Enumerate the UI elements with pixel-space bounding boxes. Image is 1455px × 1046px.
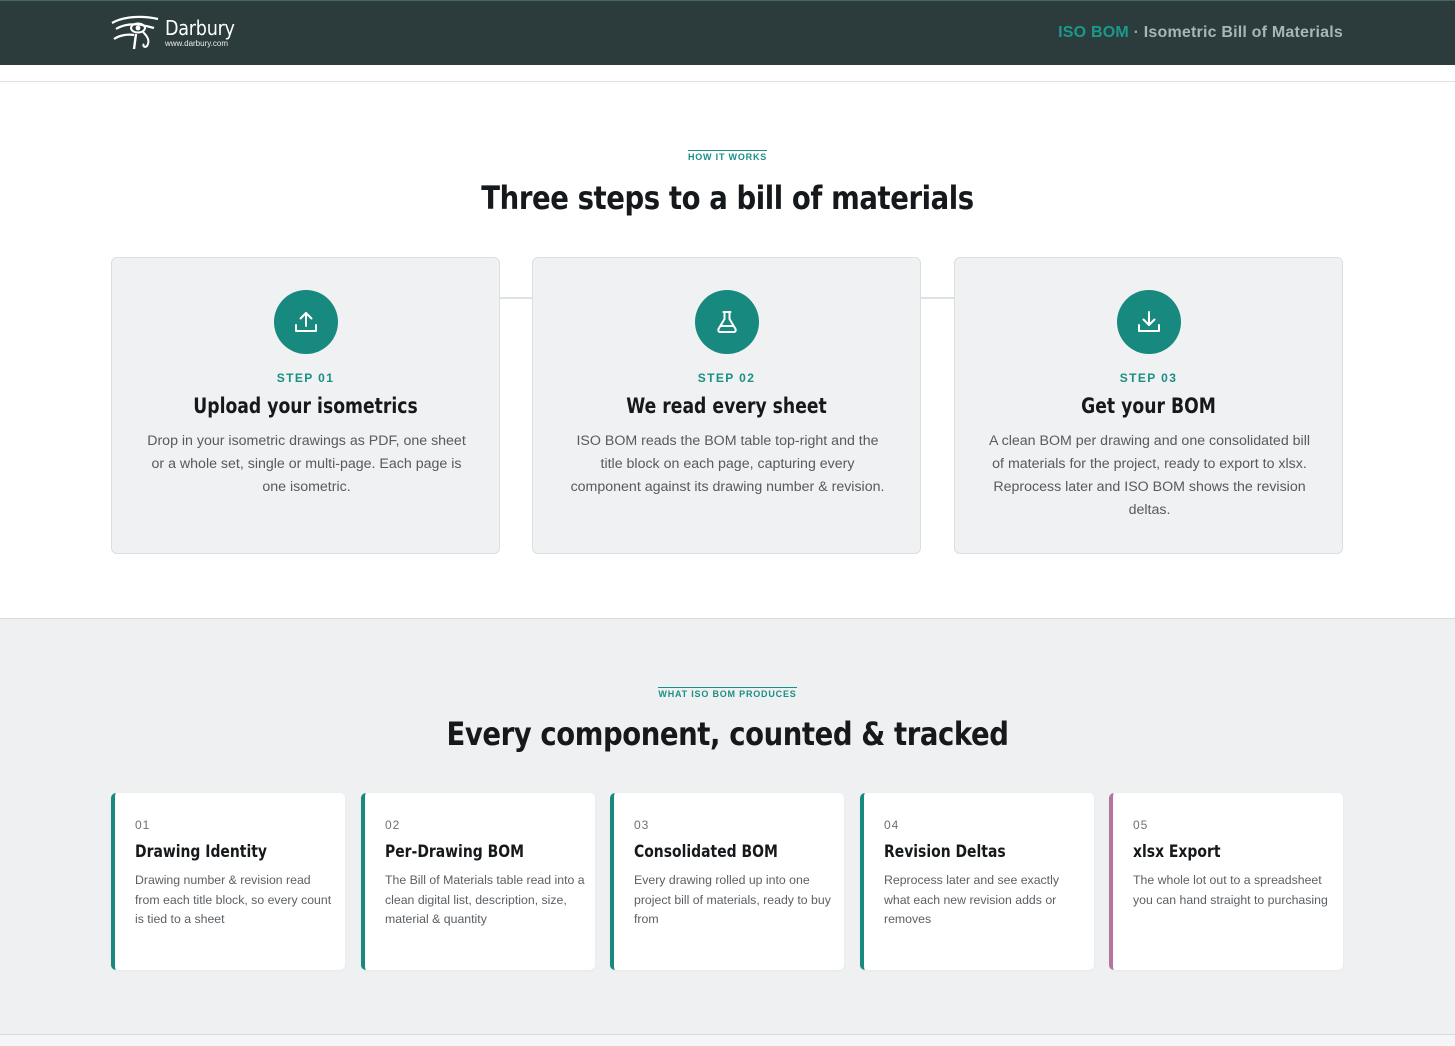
feature-number: 05 — [1133, 818, 1149, 832]
step-connector — [921, 297, 955, 299]
feature-description: Every drawing rolled up into one project… — [634, 873, 831, 926]
feature-number: 04 — [884, 818, 900, 832]
next-section-edge — [0, 1034, 1455, 1046]
step-label: STEP 03 — [1119, 371, 1178, 385]
step-title: Upload your isometrics — [193, 394, 418, 418]
top-navigation-bar: Darbury www.darbury.com ISO BOM · Isomet… — [0, 0, 1455, 65]
header-underline-strip — [0, 65, 1455, 82]
feature-number: 02 — [385, 818, 401, 832]
feature-card-revision-deltas: 04 Revision Deltas Reprocess later and s… — [860, 793, 1094, 970]
feature-description: The Bill of Materials table read into a … — [385, 873, 585, 926]
step-card-upload: STEP 01 Upload your isometrics Drop in y… — [111, 257, 500, 554]
section-title: Every component, counted & tracked — [446, 715, 1009, 753]
feature-title: Drawing Identity — [135, 842, 268, 862]
feature-title: Per-Drawing BOM — [385, 842, 524, 862]
section-title: Three steps to a bill of materials — [481, 179, 974, 217]
step-card-download: STEP 03 Get your BOM A clean BOM per dra… — [954, 257, 1343, 554]
feature-description: Reprocess later and see exactly what eac… — [884, 873, 1059, 926]
feature-title: xlsx Export — [1133, 842, 1221, 862]
feature-description: The whole lot out to a spreadsheet you c… — [1133, 873, 1328, 907]
step-label: STEP 02 — [697, 371, 756, 385]
feature-card-drawing-identity: 01 Drawing Identity Drawing number & rev… — [111, 793, 345, 970]
step-connector — [499, 297, 533, 299]
how-it-works-section: HOW IT WORKS Three steps to a bill of ma… — [0, 82, 1455, 619]
feature-card-consolidated-bom: 03 Consolidated BOM Every drawing rolled… — [610, 793, 844, 970]
product-title: ISO BOM · Isometric Bill of Materials — [1058, 24, 1343, 42]
step-description: ISO BOM reads the BOM table top-right an… — [570, 433, 885, 495]
step-description: Drop in your isometric drawings as PDF, … — [147, 433, 466, 495]
feature-description: Drawing number & revision read from each… — [135, 873, 332, 926]
step-label: STEP 01 — [276, 371, 335, 385]
what-iso-bom-produces-section: WHAT ISO BOM PRODUCES Every component, c… — [0, 619, 1455, 1046]
eye-of-horus-logo-icon — [111, 15, 159, 50]
title-separator: · — [1133, 24, 1140, 41]
product-accent-name: ISO BOM — [1058, 24, 1129, 41]
feature-card-xlsx-export: 05 xlsx Export The whole lot out to a sp… — [1109, 793, 1343, 970]
brand-logo[interactable]: Darbury www.darbury.com — [110, 15, 244, 51]
feature-card-per-drawing-bom: 02 Per-Drawing BOM The Bill of Materials… — [361, 793, 595, 970]
step-title: We read every sheet — [626, 394, 827, 418]
brand-name: Darbury — [165, 16, 235, 40]
flask-icon — [695, 290, 759, 354]
step-description: A clean BOM per drawing and one consolid… — [989, 433, 1310, 518]
product-subtitle: Isometric Bill of Materials — [1143, 24, 1343, 41]
section-eyebrow: HOW IT WORKS — [687, 150, 768, 162]
download-icon — [1117, 290, 1181, 354]
step-title: Get your BOM — [1081, 394, 1216, 418]
feature-number: 03 — [634, 818, 650, 832]
upload-icon — [274, 290, 338, 354]
feature-title: Revision Deltas — [884, 842, 1006, 862]
section-eyebrow: WHAT ISO BOM PRODUCES — [658, 687, 797, 699]
brand-url: www.darbury.com — [165, 39, 228, 48]
feature-title: Consolidated BOM — [634, 842, 778, 862]
feature-number: 01 — [135, 818, 151, 832]
step-card-read: STEP 02 We read every sheet ISO BOM read… — [532, 257, 921, 554]
